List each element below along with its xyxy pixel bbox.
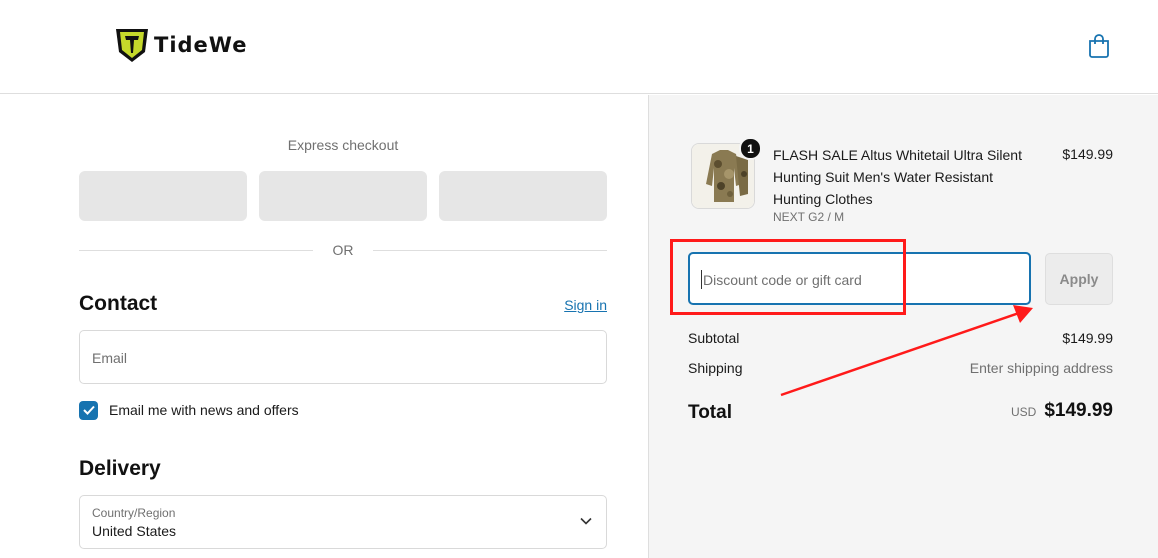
delivery-heading: Delivery (79, 457, 161, 480)
or-divider: OR (79, 242, 607, 260)
country-region-value: United States (92, 523, 177, 539)
express-pay-button-3[interactable] (439, 171, 607, 221)
shipping-value: Enter shipping address (969, 360, 1113, 376)
or-label: OR (320, 242, 366, 258)
brand-logo[interactable]: TideWe (114, 25, 247, 65)
brand-name: TideWe (154, 33, 248, 57)
country-region-select[interactable]: Country/Region United States (79, 495, 607, 549)
total-amount: $149.99 (1044, 400, 1113, 421)
checkout-form: Express checkout OR Contact Sign in Emai… (0, 95, 648, 558)
news-offers-checkbox[interactable] (79, 400, 98, 420)
text-caret (701, 270, 702, 289)
subtotal-row: Subtotal $149.99 (688, 330, 1113, 350)
product-name: FLASH SALE Altus Whitetail Ultra Silent … (773, 147, 1022, 207)
shipping-label: Shipping (688, 360, 743, 376)
subtotal-label: Subtotal (688, 330, 740, 346)
express-pay-button-1[interactable] (79, 171, 247, 221)
contact-heading: Contact (79, 292, 158, 315)
product-variant: NEXT G2 / M (773, 210, 845, 224)
shopping-bag-icon[interactable] (1087, 33, 1111, 59)
total-label: Total (688, 402, 732, 423)
email-placeholder: Email (92, 350, 128, 366)
sign-in-link[interactable]: Sign in (540, 297, 607, 313)
apply-discount-button[interactable]: Apply (1045, 253, 1113, 305)
order-summary: 1 FLASH SALE Altus Whitetail Ultra Silen… (648, 95, 1158, 558)
chevron-down-icon (580, 517, 592, 525)
product-price: $149.99 (1062, 146, 1113, 162)
subtotal-value: $149.99 (1062, 330, 1113, 346)
discount-placeholder: Discount code or gift card (703, 272, 862, 288)
total-currency: USD (1010, 405, 1037, 419)
news-offers-label: Email me with news and offers (109, 402, 299, 418)
shipping-row: Shipping Enter shipping address (688, 360, 1113, 380)
tidewe-shield-icon (116, 29, 148, 62)
express-checkout-title: Express checkout (287, 137, 399, 153)
country-region-label: Country/Region (92, 506, 176, 520)
checkout-header: TideWe (0, 0, 1158, 94)
news-offers-option[interactable]: Email me with news and offers (79, 400, 299, 420)
checkmark-icon (82, 405, 95, 415)
total-row: Total USD $149.99 (688, 400, 1113, 426)
express-pay-button-2[interactable] (259, 171, 427, 221)
quantity-badge: 1 (739, 137, 762, 160)
annotation-arrow-icon (780, 305, 1033, 397)
email-field[interactable]: Email (79, 330, 607, 384)
